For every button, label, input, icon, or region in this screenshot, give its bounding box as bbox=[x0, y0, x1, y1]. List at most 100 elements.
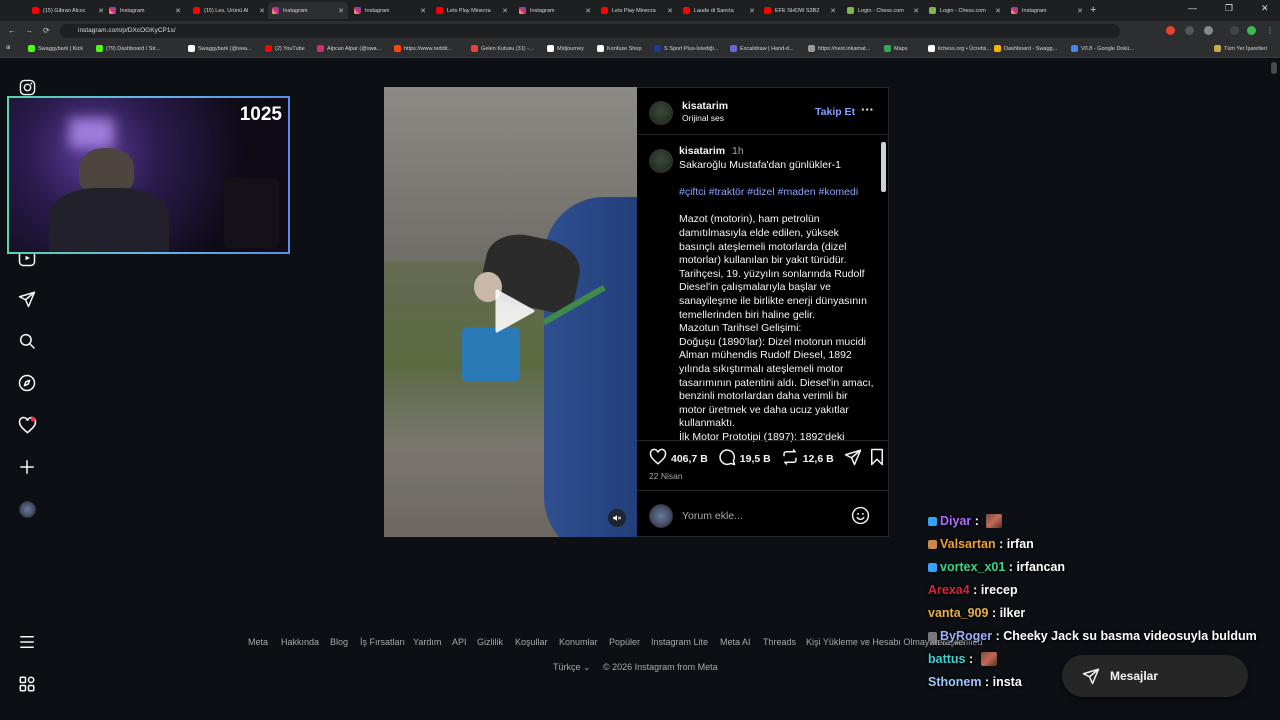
caption-avatar[interactable] bbox=[649, 149, 673, 173]
bookmark-item[interactable]: (79) Dashboard / Str... bbox=[96, 45, 160, 52]
caption-scrollbar[interactable] bbox=[881, 138, 886, 438]
more-options-icon[interactable]: ··· bbox=[861, 102, 874, 117]
bookmark-item[interactable]: Maps bbox=[884, 45, 907, 52]
post-video[interactable] bbox=[384, 87, 637, 537]
footer-link[interactable]: Konumlar bbox=[559, 637, 598, 647]
bookmark-item[interactable]: lichess.org • Ücretsi... bbox=[928, 45, 991, 52]
footer-link[interactable]: Meta bbox=[248, 637, 268, 647]
share-icon[interactable] bbox=[844, 448, 862, 469]
reload-icon[interactable]: ⟳ bbox=[43, 26, 50, 35]
direct-icon[interactable] bbox=[17, 289, 37, 309]
footer-link[interactable]: Popüler bbox=[609, 637, 640, 647]
browser-tab[interactable]: Instagram ✕ bbox=[1007, 2, 1087, 19]
extension-icon[interactable] bbox=[1166, 26, 1175, 35]
emoji-icon[interactable] bbox=[851, 506, 870, 530]
profile-avatar-icon[interactable] bbox=[1247, 26, 1256, 35]
browser-tab[interactable]: Lets Play Minecra ✕ bbox=[597, 2, 677, 19]
browser-tab[interactable]: Instagram ✕ bbox=[268, 2, 348, 19]
more-apps-icon[interactable] bbox=[17, 674, 37, 694]
close-tab-icon[interactable]: ✕ bbox=[749, 7, 755, 15]
footer-link[interactable]: Threads bbox=[763, 637, 796, 647]
close-tab-icon[interactable]: ✕ bbox=[98, 7, 104, 15]
footer-link[interactable]: İş Fırsatları bbox=[360, 637, 405, 647]
bookmark-item[interactable]: Swaggybark | Kick bbox=[28, 45, 83, 52]
close-tab-icon[interactable]: ✕ bbox=[502, 7, 508, 15]
comment-count[interactable]: 19,5 B bbox=[740, 453, 771, 465]
maximize-button[interactable]: ❐ bbox=[1225, 3, 1233, 14]
browser-tab[interactable]: (15) Gibran Alcoc ✕ bbox=[28, 2, 108, 19]
close-tab-icon[interactable]: ✕ bbox=[338, 7, 344, 15]
repost-count[interactable]: 12,6 B bbox=[803, 453, 834, 465]
browser-tab[interactable]: Instagram ✕ bbox=[515, 2, 595, 19]
browser-tab[interactable]: Login - Chess.com ✕ bbox=[843, 2, 923, 19]
repost-icon[interactable] bbox=[781, 448, 799, 469]
footer-link[interactable]: API bbox=[452, 637, 467, 647]
footer-link[interactable]: Gizlilik bbox=[477, 637, 503, 647]
audio-label[interactable]: Orijinal ses bbox=[682, 113, 724, 123]
play-icon[interactable] bbox=[489, 287, 537, 335]
close-tab-icon[interactable]: ✕ bbox=[830, 7, 836, 15]
browser-menu-icon[interactable]: ⋮ bbox=[1266, 26, 1274, 35]
bookmark-item[interactable]: Konfuse Shop bbox=[597, 45, 642, 52]
explore-icon[interactable] bbox=[17, 373, 37, 393]
minimize-button[interactable]: — bbox=[1188, 3, 1197, 13]
instagram-icon[interactable] bbox=[17, 77, 37, 97]
close-tab-icon[interactable]: ✕ bbox=[667, 7, 673, 15]
close-tab-icon[interactable]: ✕ bbox=[1077, 7, 1083, 15]
language-selector[interactable]: Türkçe ⌄ bbox=[553, 662, 591, 673]
footer-link[interactable]: Blog bbox=[330, 637, 348, 647]
extension-icon[interactable] bbox=[1185, 26, 1194, 35]
like-count[interactable]: 406,7 B bbox=[671, 453, 708, 465]
close-tab-icon[interactable]: ✕ bbox=[259, 7, 265, 15]
bookmark-item[interactable]: Dashboard - Swagg... bbox=[994, 45, 1057, 52]
url-input[interactable]: instagram.com/p/DXcOGKyCP1s/ bbox=[60, 24, 1120, 38]
browser-tab[interactable]: Login - Chess.com ✕ bbox=[925, 2, 1005, 19]
follow-button[interactable]: Takip Et bbox=[815, 106, 855, 118]
all-bookmarks-folder[interactable]: Tüm Yer İşaretleri bbox=[1214, 45, 1267, 52]
bookmark-item[interactable]: Midjourney bbox=[547, 45, 584, 52]
profile-icon[interactable] bbox=[17, 499, 37, 519]
create-icon[interactable] bbox=[17, 457, 37, 477]
caption-hashtags[interactable]: #çiftci #traktör #dizel #maden #komedi bbox=[679, 186, 877, 200]
close-tab-icon[interactable]: ✕ bbox=[913, 7, 919, 15]
browser-tab[interactable]: Laude di Sancta ✕ bbox=[679, 2, 759, 19]
bookmark-item[interactable]: https://next.inkamat... bbox=[808, 45, 870, 52]
bookmark-item[interactable]: Alpcan Alpar (@swa... bbox=[317, 45, 381, 52]
like-icon[interactable] bbox=[649, 448, 667, 469]
footer-link[interactable]: Koşullar bbox=[515, 637, 548, 647]
notifications-icon[interactable] bbox=[17, 415, 37, 435]
bookmark-item[interactable]: V0.8 - Google Dokü... bbox=[1071, 45, 1134, 52]
save-icon[interactable] bbox=[869, 448, 885, 469]
bookmark-item[interactable]: (2) YouTube bbox=[265, 45, 305, 52]
author-avatar[interactable] bbox=[649, 101, 673, 125]
browser-tab[interactable]: Lets Play Minecra ✕ bbox=[432, 2, 512, 19]
comment-icon[interactable] bbox=[718, 448, 736, 469]
footer-link[interactable]: Instagram Lite bbox=[651, 637, 708, 647]
close-tab-icon[interactable]: ✕ bbox=[585, 7, 591, 15]
new-tab-button[interactable]: + bbox=[1090, 4, 1096, 16]
browser-tab[interactable]: Instagram ✕ bbox=[350, 2, 430, 19]
footer-link[interactable]: Meta AI bbox=[720, 637, 751, 647]
close-window-button[interactable]: ✕ bbox=[1261, 3, 1269, 14]
close-tab-icon[interactable]: ✕ bbox=[175, 7, 181, 15]
extensions-puzzle-icon[interactable] bbox=[1204, 26, 1213, 35]
messages-button[interactable]: Mesajlar bbox=[1062, 655, 1248, 697]
footer-link[interactable]: Yardım bbox=[413, 637, 441, 647]
browser-tab[interactable]: EFE SHOW S3B2 ✕ bbox=[760, 2, 840, 19]
footer-link[interactable]: Hakkında bbox=[281, 637, 319, 647]
menu-icon[interactable] bbox=[17, 632, 37, 652]
apps-grid-icon[interactable]: ⊞ bbox=[6, 45, 11, 51]
bookmark-item[interactable]: https://www.reddit... bbox=[394, 45, 452, 52]
search-icon[interactable] bbox=[17, 331, 37, 351]
bookmark-item[interactable]: Swaggybark (@swa... bbox=[188, 45, 252, 52]
comment-input[interactable]: Yorum ekle... bbox=[682, 510, 743, 522]
bookmark-item[interactable]: S Sport Plus-İstediği... bbox=[654, 45, 718, 52]
mute-icon[interactable] bbox=[608, 509, 626, 527]
forward-icon[interactable]: → bbox=[25, 26, 33, 35]
bookmark-item[interactable]: Gelen Kutusu (31) -... bbox=[471, 45, 534, 52]
close-tab-icon[interactable]: ✕ bbox=[420, 7, 426, 15]
browser-tab[interactable]: Instagram ✕ bbox=[105, 2, 185, 19]
sidepanel-icon[interactable] bbox=[1230, 26, 1239, 35]
page-scrollbar[interactable] bbox=[1270, 62, 1278, 712]
browser-tab[interactable]: (15) Les, Ürünü Al ✕ bbox=[189, 2, 269, 19]
